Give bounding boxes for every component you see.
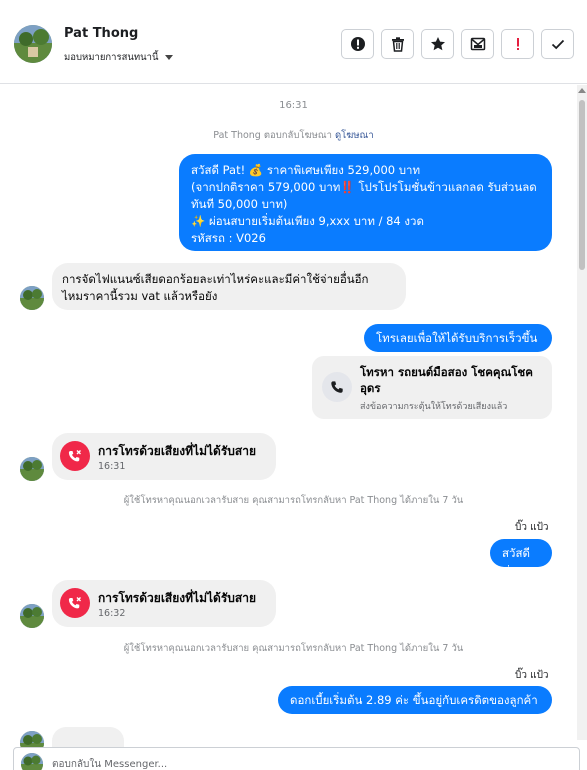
offer-line-5: รหัสรถ : V026	[191, 231, 266, 245]
reply-input[interactable]	[52, 756, 552, 770]
ad-reply-note: Pat Thong ตอบกลับโฆษณา ดูโฆษณา	[0, 128, 577, 143]
call-prompt-bubble[interactable]: โทรเลยเพื่อให้ได้รับบริการเร็วขึ้น	[364, 324, 552, 352]
delete-button[interactable]	[381, 29, 414, 59]
missed-call-card[interactable]: การโทรด้วยเสียงที่ไม่ได้รับสาย 16:31	[52, 433, 276, 480]
header-actions	[341, 29, 574, 59]
mark-unread-button[interactable]	[461, 29, 494, 59]
offer-line-2: (จากปกติราคา 579,000 บาท‼️ โปรโปรโมชั่นข…	[191, 180, 537, 194]
contact-avatar-small	[20, 604, 44, 628]
contact-avatar-small	[20, 457, 44, 481]
missed-call-title: การโทรด้วยเสียงที่ไม่ได้รับสาย	[98, 591, 256, 605]
scrollbar-thumb[interactable]	[579, 100, 585, 270]
page-avatar	[21, 753, 43, 770]
conversation-header: Pat Thong มอบหมายการสนทนานี้	[0, 0, 587, 84]
mark-done-button[interactable]	[541, 29, 574, 59]
greeting-text: สวัสดีค่ะ	[502, 546, 530, 577]
interest-rate-text: ดอกเบี้ยเริ่มต้น 2.89 ค่ะ ขึ้นอยู่กับเคร…	[290, 693, 538, 707]
missed-call-title: การโทรด้วยเสียงที่ไม่ได้รับสาย	[98, 444, 256, 458]
star-button[interactable]	[421, 29, 454, 59]
mark-unread-icon	[470, 37, 485, 51]
offer-line-1: สวัสดี Pat! 💰 ราคาพิเศษเพียง 529,000 บาท	[191, 163, 421, 177]
ad-reply-text: Pat Thong ตอบกลับโฆษณา	[213, 130, 332, 141]
missed-call-icon	[60, 441, 90, 471]
report-button[interactable]	[341, 29, 374, 59]
done-check-icon	[551, 39, 564, 50]
caret-down-icon	[164, 55, 173, 60]
offer-message-bubble[interactable]: สวัสดี Pat! 💰 ราคาพิเศษเพียง 529,000 บาท…	[179, 154, 552, 251]
interest-rate-bubble[interactable]: ดอกเบี้ยเริ่มต้น 2.89 ค่ะ ขึ้นอยู่กับเคร…	[278, 686, 552, 714]
missed-call-card[interactable]: การโทรด้วยเสียงที่ไม่ได้รับสาย 16:32	[52, 580, 276, 627]
greeting-bubble[interactable]: สวัสดีค่ะ	[490, 539, 552, 577]
offer-line-4: ✨ ผ่อนสบายเริ่มต้นเพียง 9,xxx บาท / 84 ง…	[191, 214, 424, 228]
call-card-subtitle: ส่งข้อความกระตุ้นให้โทรด้วยเสียงแล้ว	[360, 402, 508, 412]
follow-up-button[interactable]	[501, 29, 534, 59]
missed-call-time: 16:32	[98, 608, 126, 619]
missed-call-note: ผู้ใช้โทรหาคุณนอกเวลารับสาย คุณสามารถโทร…	[123, 643, 464, 654]
call-request-card[interactable]: โทรหา รถยนต์มือสอง โชคคุณโชค อุดร ส่งข้อ…	[312, 356, 552, 419]
question-line-2: ไหมราคานี้รวม vat แล้วหรือยัง	[62, 289, 218, 303]
partial-message-bubble	[52, 727, 124, 747]
call-card-title: โทรหา รถยนต์มือสอง โชคคุณโชค อุดร	[360, 365, 533, 395]
sender-label: บิ๊ว แป้ว	[515, 522, 549, 533]
star-icon	[430, 37, 445, 51]
view-ad-link[interactable]: ดูโฆษณา	[335, 130, 374, 141]
offer-line-3: ทันที 50,000 บาท)	[191, 197, 288, 211]
missed-call-note: ผู้ใช้โทรหาคุณนอกเวลารับสาย คุณสามารถโทร…	[123, 495, 464, 506]
call-prompt-text: โทรเลยเพื่อให้ได้รับบริการเร็วขึ้น	[376, 331, 538, 345]
contact-name[interactable]: Pat Thong	[64, 26, 138, 41]
assign-conversation-dropdown[interactable]: มอบหมายการสนทนานี้	[64, 50, 173, 65]
missed-call-time: 16:31	[98, 461, 126, 472]
sender-label: บิ๊ว แป้ว	[515, 670, 549, 681]
timestamp: 16:31	[279, 100, 308, 111]
trash-icon	[391, 37, 404, 52]
assign-label: มอบหมายการสนทนานี้	[64, 52, 159, 63]
reply-composer	[13, 747, 580, 770]
scroll-up-arrow-icon[interactable]	[578, 88, 586, 93]
question-line-1: การจัดไฟแนนซ์เสียดอกร้อยละเท่าไหร่คะและม…	[62, 272, 369, 286]
contact-avatar[interactable]	[14, 25, 52, 63]
report-icon	[350, 37, 365, 51]
missed-call-icon	[60, 588, 90, 618]
contact-avatar-small	[20, 286, 44, 310]
phone-icon	[322, 372, 352, 402]
follow-up-icon	[516, 38, 519, 50]
incoming-question-bubble[interactable]: การจัดไฟแนนซ์เสียดอกร้อยละเท่าไหร่คะและม…	[52, 263, 406, 310]
